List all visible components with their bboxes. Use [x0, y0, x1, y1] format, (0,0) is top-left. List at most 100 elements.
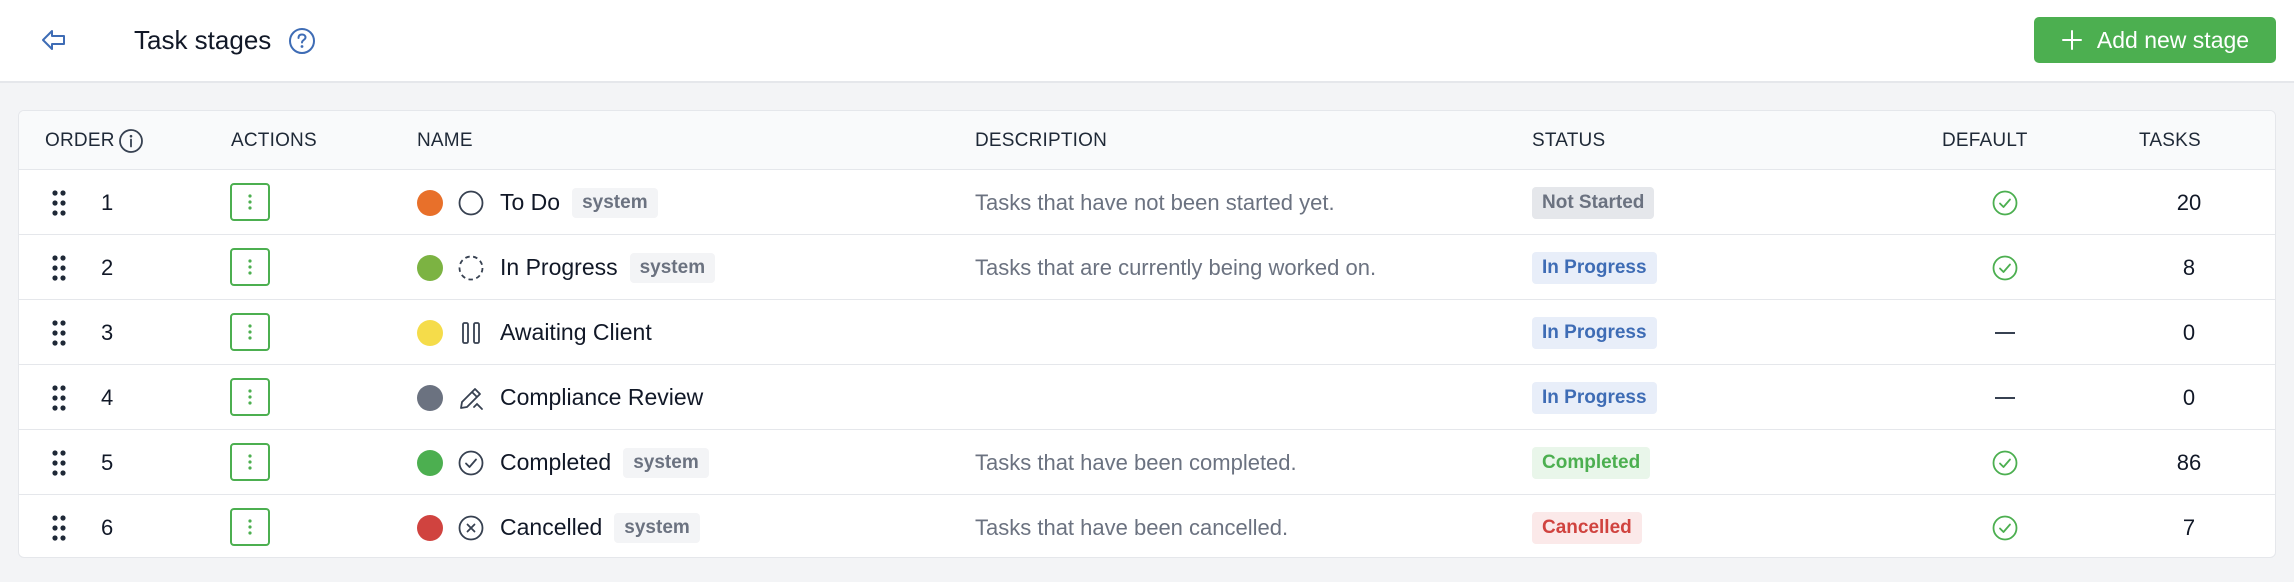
system-badge: system — [629, 252, 716, 283]
drag-handle-icon[interactable] — [47, 170, 71, 235]
row-actions-button[interactable] — [230, 378, 270, 416]
column-name: NAME — [417, 129, 473, 151]
status-badge: Cancelled — [1532, 511, 1642, 544]
back-arrow-icon — [42, 30, 65, 50]
kebab-icon — [247, 518, 253, 536]
add-new-stage-label: Add new stage — [2096, 26, 2250, 53]
stage-name: Cancelled — [500, 514, 603, 540]
row-actions-button[interactable] — [230, 508, 270, 546]
add-new-stage-button[interactable]: Add new stage — [2034, 17, 2276, 63]
task-count: 0 — [2182, 319, 2196, 345]
drag-handle-icon[interactable] — [47, 430, 71, 495]
table-row[interactable]: 6 Cancelled system Tasks that have been … — [19, 495, 2275, 557]
stage-description: Tasks that have been cancelled. — [975, 514, 1289, 540]
stage-name: Compliance Review — [500, 384, 704, 410]
column-actions: ACTIONS — [231, 129, 317, 151]
stage-name: Completed — [500, 449, 612, 475]
status-badge: Completed — [1532, 446, 1651, 479]
row-actions-button[interactable] — [230, 248, 270, 286]
column-default: DEFAULT — [1942, 129, 2028, 151]
status-badge: In Progress — [1532, 316, 1657, 349]
status-cell: In Progress — [1532, 300, 1657, 365]
table-row[interactable]: 1 To Do system Tasks that have not been … — [19, 170, 2275, 235]
column-order[interactable]: ORDER — [45, 111, 144, 170]
not-default-dash-icon — [1985, 365, 2025, 430]
stage-name: In Progress — [500, 254, 618, 280]
status-badge: Not Started — [1532, 186, 1655, 219]
stage-name-cell: Awaiting Client — [417, 300, 652, 365]
row-actions-button[interactable] — [230, 313, 270, 351]
kebab-icon — [247, 258, 253, 276]
stage-color-dot — [417, 319, 443, 346]
plus-icon — [2061, 30, 2082, 50]
stages-table: ORDER ACTIONS NAME DESCRIPTION STATUS DE… — [18, 110, 2276, 558]
default-check-icon — [1985, 235, 2025, 300]
row-actions-button[interactable] — [230, 443, 270, 481]
column-order-label: ORDER — [45, 129, 115, 151]
status-cell: Not Started — [1532, 170, 1655, 235]
status-cell: Completed — [1532, 430, 1651, 495]
column-status: STATUS — [1532, 129, 1606, 151]
pause-icon — [457, 319, 485, 347]
dashed-circle-icon — [457, 254, 485, 282]
help-icon[interactable] — [287, 26, 317, 56]
table-row[interactable]: 3 Awaiting Client In Progress 0 — [19, 300, 2275, 365]
status-cell: In Progress — [1532, 235, 1657, 300]
drag-handle-icon[interactable] — [47, 365, 71, 430]
status-cell: Cancelled — [1532, 495, 1642, 557]
stage-name: Awaiting Client — [500, 319, 652, 345]
default-check-icon — [1985, 170, 2025, 235]
kebab-icon — [247, 388, 253, 406]
page-title: Task stages — [134, 25, 272, 55]
drag-handle-icon[interactable] — [47, 300, 71, 365]
stage-name-cell: To Do system — [417, 170, 658, 235]
not-default-dash-icon — [1985, 300, 2025, 365]
stage-color-dot — [417, 254, 443, 281]
stage-name-cell: In Progress system — [417, 235, 716, 300]
stage-description: Tasks that have been completed. — [975, 449, 1297, 475]
stage-name: To Do — [500, 189, 561, 215]
x-circle-icon — [457, 514, 485, 542]
status-badge: In Progress — [1532, 251, 1657, 284]
kebab-icon — [247, 453, 253, 471]
stage-description: Tasks that have not been started yet. — [975, 189, 1335, 215]
table-row[interactable]: 5 Completed system Tasks that have been … — [19, 430, 2275, 495]
stage-name-cell: Completed system — [417, 430, 709, 495]
default-check-icon — [1985, 430, 2025, 495]
stage-color-dot — [417, 189, 443, 216]
task-count: 20 — [2176, 189, 2202, 215]
task-count: 8 — [2182, 254, 2196, 280]
row-actions-button[interactable] — [230, 183, 270, 221]
order-value: 3 — [101, 319, 114, 345]
order-value: 5 — [101, 449, 114, 475]
task-count: 86 — [2176, 449, 2202, 475]
kebab-icon — [247, 323, 253, 341]
top-bar: Task stages Add new stage — [0, 0, 2294, 83]
circle-icon — [457, 189, 485, 217]
drag-handle-icon[interactable] — [47, 495, 71, 557]
status-cell: In Progress — [1532, 365, 1657, 430]
system-badge: system — [623, 447, 709, 478]
order-value: 6 — [101, 514, 114, 540]
column-description: DESCRIPTION — [975, 129, 1108, 151]
status-badge: In Progress — [1532, 381, 1657, 414]
order-value: 2 — [101, 254, 114, 280]
stage-color-dot — [417, 384, 443, 411]
task-count: 0 — [2182, 384, 2196, 410]
table-row[interactable]: 2 In Progress system Tasks that are curr… — [19, 235, 2275, 300]
order-value: 1 — [101, 189, 114, 215]
system-badge: system — [572, 187, 658, 218]
stage-color-dot — [417, 514, 443, 541]
stage-name-cell: Cancelled system — [417, 495, 700, 557]
table-header: ORDER ACTIONS NAME DESCRIPTION STATUS DE… — [19, 111, 2275, 170]
table-row[interactable]: 4 Compliance Review In Progress 0 — [19, 365, 2275, 430]
edit-icon — [457, 384, 485, 412]
info-icon — [118, 128, 143, 153]
stage-description: Tasks that are currently being worked on… — [975, 254, 1377, 280]
system-badge: system — [614, 512, 700, 543]
drag-handle-icon[interactable] — [47, 235, 71, 300]
back-button[interactable] — [34, 20, 74, 60]
kebab-icon — [247, 193, 253, 211]
default-check-icon — [1985, 495, 2025, 557]
task-count: 7 — [2182, 514, 2196, 540]
